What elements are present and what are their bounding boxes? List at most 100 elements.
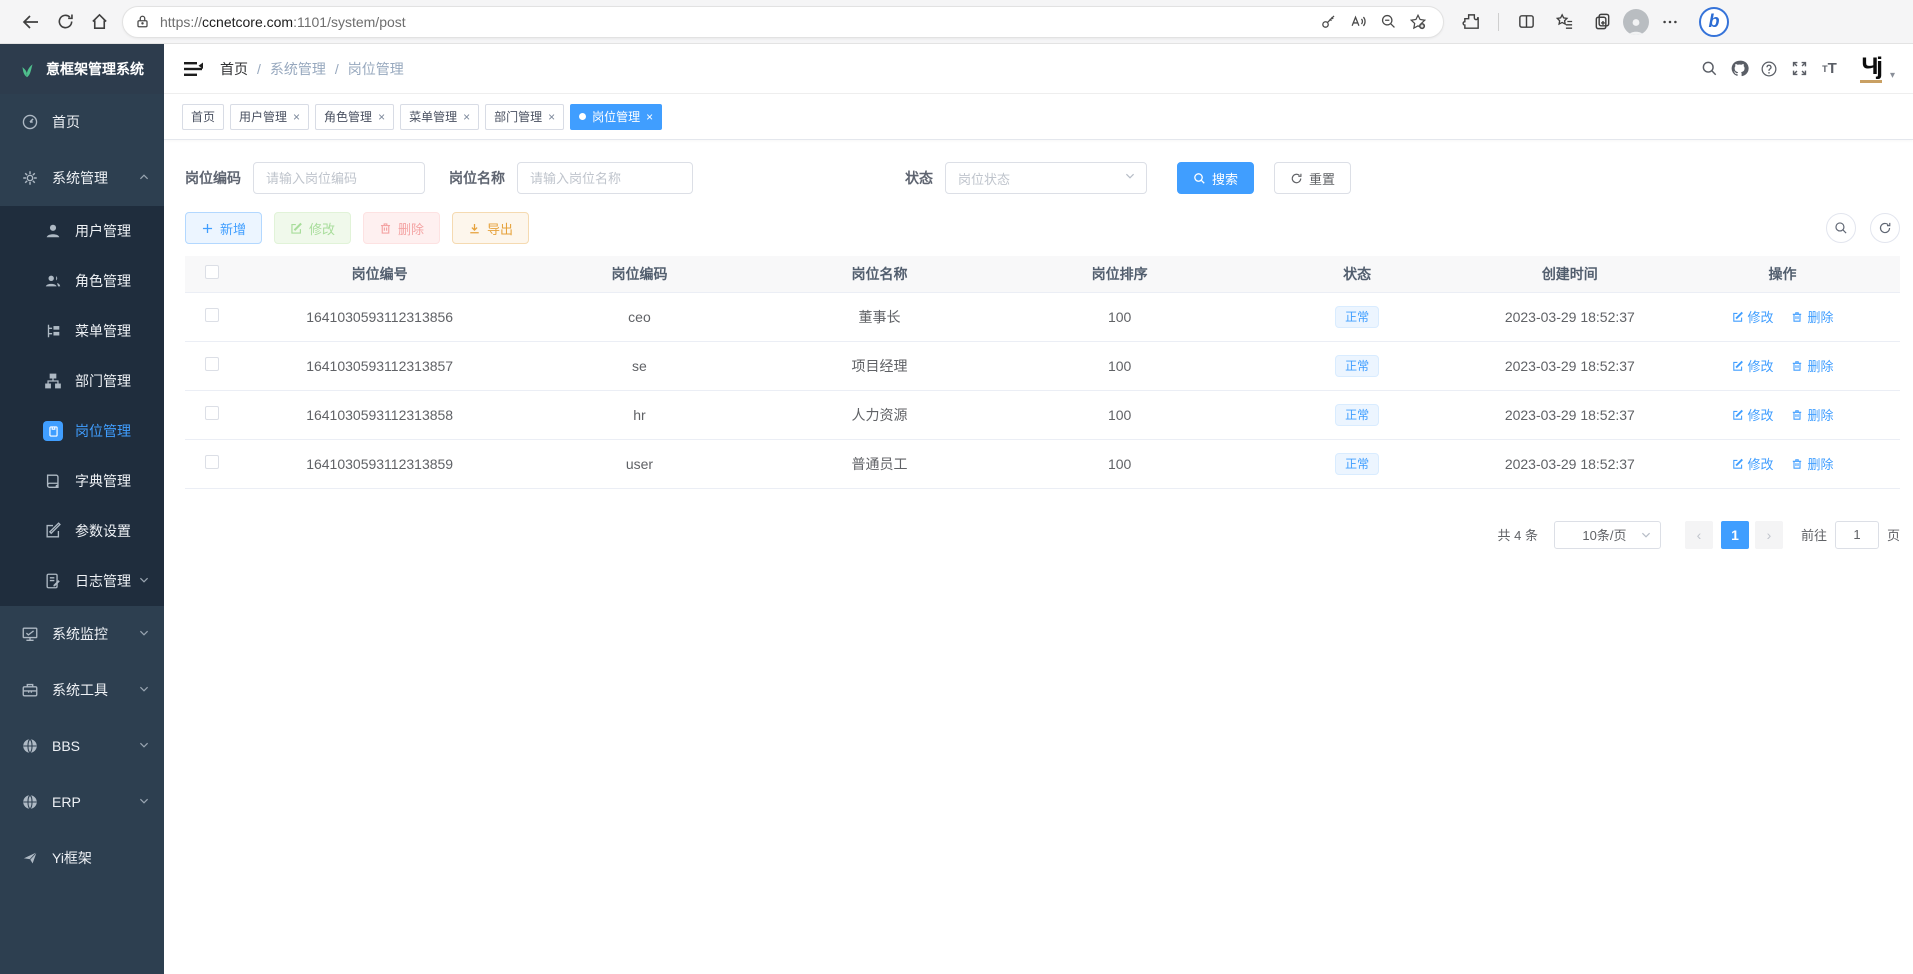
tab-dept-mgmt[interactable]: 部门管理× bbox=[485, 104, 564, 130]
browser-settings-more-icon[interactable] bbox=[1653, 5, 1687, 39]
chevron-down-icon bbox=[138, 794, 150, 810]
font-size-icon[interactable]: TT bbox=[1814, 54, 1844, 84]
row-checkbox[interactable] bbox=[205, 357, 219, 371]
sidebar-item-user-mgmt[interactable]: 用户管理 bbox=[0, 206, 164, 256]
browser-home-icon[interactable] bbox=[82, 5, 116, 39]
extensions-icon[interactable] bbox=[1454, 5, 1488, 39]
url-text[interactable]: https://ccnetcore.com:1101/system/post bbox=[160, 14, 1313, 30]
table-row[interactable]: 1641030593112313858 hr 人力资源 100 正常 2023-… bbox=[185, 390, 1900, 439]
sidebar-item-dict-mgmt[interactable]: 字典管理 bbox=[0, 456, 164, 506]
col-post-id: 岗位编号 bbox=[240, 256, 520, 292]
read-aloud-icon[interactable] bbox=[1343, 7, 1373, 37]
leaf-logo-icon bbox=[16, 58, 38, 80]
chevron-down-icon bbox=[1124, 169, 1136, 187]
split-screen-icon[interactable] bbox=[1509, 5, 1543, 39]
user-menu-caret-icon[interactable]: ▾ bbox=[1890, 70, 1895, 81]
address-bar[interactable]: https://ccnetcore.com:1101/system/post bbox=[122, 6, 1444, 38]
sidebar-item-system-tools[interactable]: 系统工具 bbox=[0, 662, 164, 718]
col-actions: 操作 bbox=[1665, 256, 1900, 292]
refresh-table-button[interactable] bbox=[1870, 213, 1900, 243]
github-icon[interactable] bbox=[1724, 54, 1754, 84]
post-name-label: 岗位名称 bbox=[449, 168, 505, 188]
row-delete-link[interactable]: 删除 bbox=[1791, 356, 1833, 375]
header-search-icon[interactable] bbox=[1694, 54, 1724, 84]
tab-role-mgmt[interactable]: 角色管理× bbox=[315, 104, 394, 130]
row-edit-link[interactable]: 修改 bbox=[1732, 405, 1774, 424]
add-button[interactable]: 新增 bbox=[185, 212, 262, 244]
browser-back-icon[interactable] bbox=[14, 5, 48, 39]
post-badge-icon bbox=[43, 421, 63, 441]
edit-button[interactable]: 修改 bbox=[274, 212, 351, 244]
table-row[interactable]: 1641030593112313857 se 项目经理 100 正常 2023-… bbox=[185, 341, 1900, 390]
breadcrumb-home[interactable]: 首页 bbox=[220, 59, 248, 79]
reset-button[interactable]: 重置 bbox=[1274, 162, 1351, 194]
close-icon[interactable]: × bbox=[293, 110, 300, 124]
toolbox-icon bbox=[20, 680, 40, 700]
table-row[interactable]: 1641030593112313856 ceo 董事长 100 正常 2023-… bbox=[185, 292, 1900, 341]
row-delete-link[interactable]: 删除 bbox=[1791, 307, 1833, 326]
user-avatar-logo[interactable]: Чj bbox=[1860, 55, 1882, 83]
row-edit-link[interactable]: 修改 bbox=[1732, 356, 1774, 375]
prev-page-button[interactable]: ‹ bbox=[1685, 521, 1713, 549]
edit-icon bbox=[290, 222, 303, 235]
goto-page-input[interactable] bbox=[1835, 521, 1879, 549]
close-icon[interactable]: × bbox=[548, 110, 555, 124]
post-name-input[interactable] bbox=[517, 162, 693, 194]
page-header: 首页 / 系统管理 / 岗位管理 TT Чj ▾ bbox=[164, 44, 1913, 94]
delete-button[interactable]: 删除 bbox=[363, 212, 440, 244]
toggle-search-button[interactable] bbox=[1826, 213, 1856, 243]
close-icon[interactable]: × bbox=[378, 110, 385, 124]
trash-icon bbox=[379, 222, 392, 235]
fullscreen-icon[interactable] bbox=[1784, 54, 1814, 84]
tab-menu-mgmt[interactable]: 菜单管理× bbox=[400, 104, 479, 130]
tab-user-mgmt[interactable]: 用户管理× bbox=[230, 104, 309, 130]
add-favorite-icon[interactable] bbox=[1403, 7, 1433, 37]
post-code-input[interactable] bbox=[253, 162, 425, 194]
close-icon[interactable]: × bbox=[646, 110, 653, 124]
export-button[interactable]: 导出 bbox=[452, 212, 529, 244]
help-icon[interactable] bbox=[1754, 54, 1784, 84]
zoom-out-icon[interactable] bbox=[1373, 7, 1403, 37]
col-post-code: 岗位编码 bbox=[519, 256, 759, 292]
sidebar-item-bbs[interactable]: BBS bbox=[0, 718, 164, 774]
sidebar-item-post-mgmt[interactable]: 岗位管理 bbox=[0, 406, 164, 456]
sidebar-item-home[interactable]: 首页 bbox=[0, 94, 164, 150]
next-page-button[interactable]: › bbox=[1755, 521, 1783, 549]
tab-post-mgmt[interactable]: 岗位管理× bbox=[570, 104, 662, 130]
password-key-icon[interactable] bbox=[1313, 7, 1343, 37]
sidebar-item-dept-mgmt[interactable]: 部门管理 bbox=[0, 356, 164, 406]
row-edit-link[interactable]: 修改 bbox=[1732, 307, 1774, 326]
copilot-bing-icon[interactable]: b bbox=[1699, 7, 1729, 37]
page-size-select[interactable]: 10条/页 bbox=[1554, 521, 1661, 549]
menu-fold-icon[interactable] bbox=[182, 58, 204, 80]
tab-home[interactable]: 首页 bbox=[182, 104, 224, 130]
table-row[interactable]: 1641030593112313859 user 普通员工 100 正常 202… bbox=[185, 439, 1900, 488]
row-delete-link[interactable]: 删除 bbox=[1791, 405, 1833, 424]
row-edit-link[interactable]: 修改 bbox=[1732, 454, 1774, 473]
browser-refresh-icon[interactable] bbox=[48, 5, 82, 39]
collections-icon[interactable] bbox=[1547, 5, 1581, 39]
sidebar-item-role-mgmt[interactable]: 角色管理 bbox=[0, 256, 164, 306]
sidebar-item-param-settings[interactable]: 参数设置 bbox=[0, 506, 164, 556]
sidebar-item-yi-framework[interactable]: Yi框架 bbox=[0, 830, 164, 886]
sidebar-item-system-mgmt[interactable]: 系统管理 bbox=[0, 150, 164, 206]
browser-profile-avatar[interactable] bbox=[1623, 9, 1649, 35]
copilot-pages-icon[interactable] bbox=[1585, 5, 1619, 39]
edit-icon bbox=[1732, 458, 1744, 470]
close-icon[interactable]: × bbox=[463, 110, 470, 124]
row-checkbox[interactable] bbox=[205, 308, 219, 322]
sidebar-item-system-monitor[interactable]: 系统监控 bbox=[0, 606, 164, 662]
sidebar-item-menu-mgmt[interactable]: 菜单管理 bbox=[0, 306, 164, 356]
search-button[interactable]: 搜索 bbox=[1177, 162, 1254, 194]
row-delete-link[interactable]: 删除 bbox=[1791, 454, 1833, 473]
status-select[interactable]: 岗位状态 bbox=[945, 162, 1147, 194]
select-all-checkbox[interactable] bbox=[205, 265, 219, 279]
sidebar-item-erp[interactable]: ERP bbox=[0, 774, 164, 830]
monitor-icon bbox=[20, 624, 40, 644]
row-checkbox[interactable] bbox=[205, 406, 219, 420]
sidebar-item-log-mgmt[interactable]: 日志管理 bbox=[0, 556, 164, 606]
current-page-button[interactable]: 1 bbox=[1721, 521, 1749, 549]
row-checkbox[interactable] bbox=[205, 455, 219, 469]
trash-icon bbox=[1791, 458, 1803, 470]
globe-icon bbox=[20, 736, 40, 756]
